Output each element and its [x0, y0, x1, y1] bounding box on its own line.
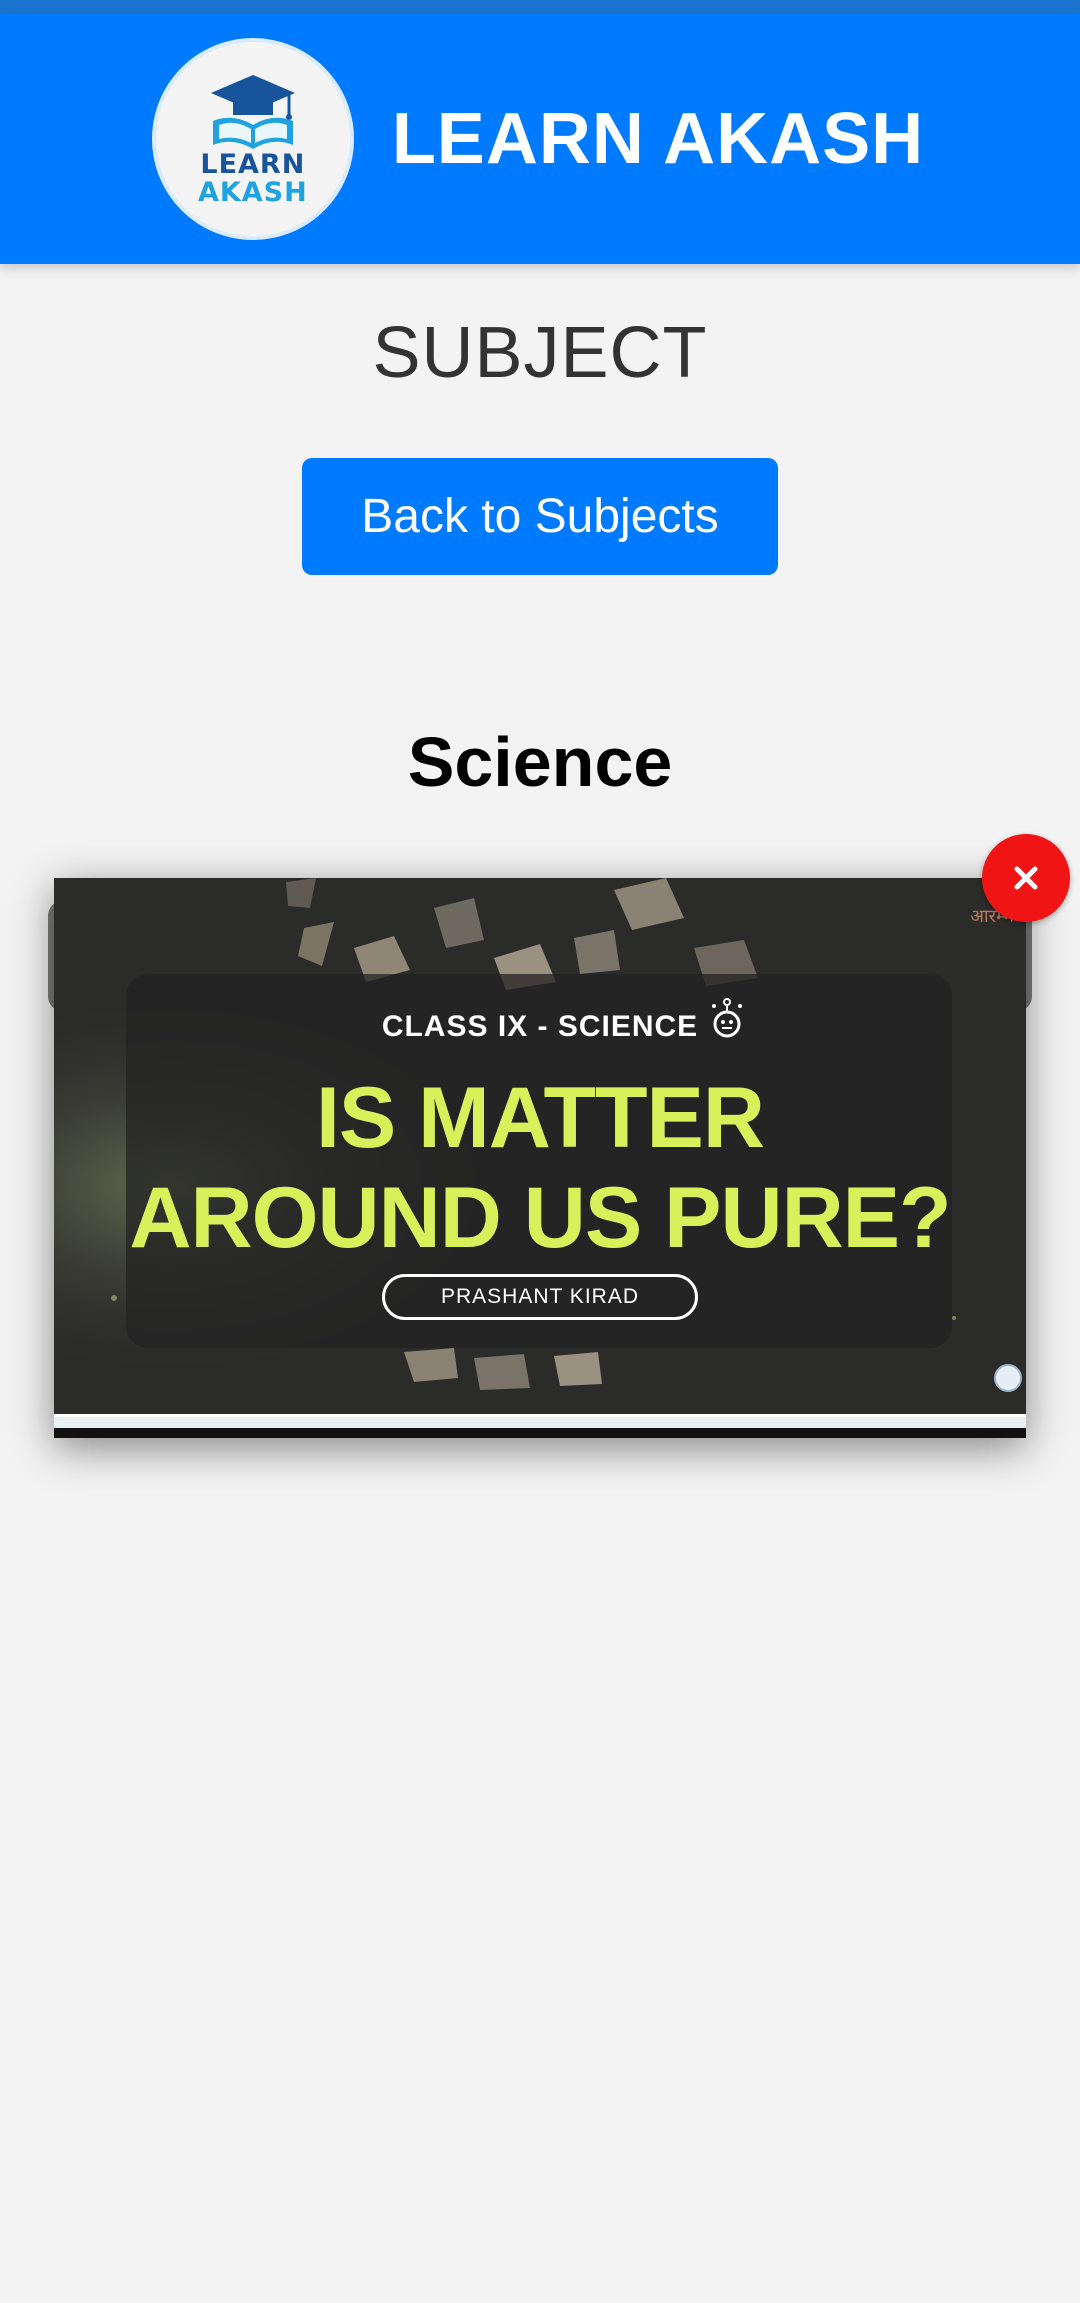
logo-text-learn: LEARN	[200, 149, 306, 180]
page-heading: SUBJECT	[372, 313, 708, 393]
app-title: LEARN AKASH	[391, 99, 925, 179]
video-kicker: CLASS IX - SCIENCE	[381, 1010, 699, 1043]
learn-akash-logo: LEARN AKASH	[155, 42, 350, 236]
video-player[interactable]: आरम्भ CLASS IX - SCIENCE IS MATTER AROUN…	[54, 878, 1026, 1438]
profile-icon[interactable]	[994, 1364, 1022, 1392]
video-headline-line2: AROUND US PURE?	[129, 1170, 951, 1266]
close-video-button[interactable]	[982, 834, 1070, 922]
back-to-subjects-button[interactable]: Back to Subjects	[302, 458, 778, 575]
video-progress-track[interactable]	[54, 1428, 1026, 1438]
section-title: Science	[407, 723, 673, 801]
robot-mascot-icon	[712, 998, 742, 1038]
graduation-cap-book-icon	[210, 75, 295, 149]
video-headline: IS MATTER AROUND US PURE?	[54, 1068, 1026, 1268]
close-icon	[1014, 866, 1038, 890]
video-control-bar[interactable]	[54, 1414, 1026, 1438]
video-headline-line1: IS MATTER	[315, 1070, 765, 1166]
status-strip	[0, 0, 1080, 14]
app-header: LEARN AKASH LEARN AKASH	[0, 14, 1080, 264]
logo-text-akash: AKASH	[197, 177, 308, 208]
video-author-badge: PRASHANT KIRAD	[382, 1274, 698, 1320]
